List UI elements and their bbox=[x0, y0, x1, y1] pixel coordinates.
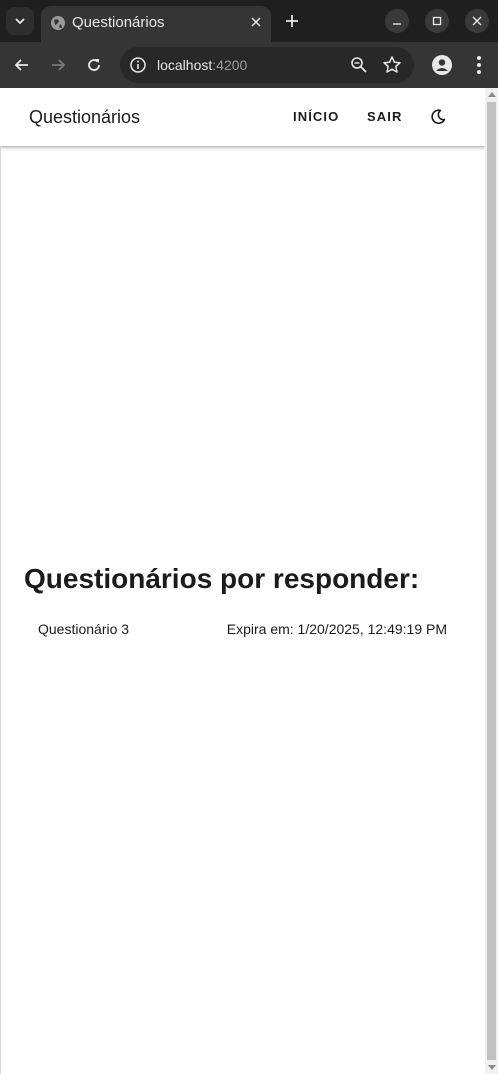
app-title: Questionários bbox=[29, 107, 141, 127]
url-port: :4200 bbox=[212, 57, 248, 73]
reload-icon bbox=[88, 59, 100, 71]
info-icon[interactable] bbox=[129, 56, 147, 74]
tab-title: Questionários bbox=[72, 14, 165, 31]
maximize-icon bbox=[432, 16, 442, 26]
browser-tabstrip: Questionários bbox=[0, 0, 498, 42]
tab-search-button[interactable] bbox=[6, 7, 34, 35]
scroll-up-arrow[interactable] bbox=[488, 92, 496, 97]
minimize-icon bbox=[393, 23, 401, 25]
address-bar[interactable]: localhost:4200 bbox=[120, 47, 414, 83]
new-tab-button[interactable] bbox=[280, 9, 304, 33]
page-border bbox=[0, 146, 1, 1074]
more-menu-icon[interactable] bbox=[469, 53, 489, 77]
zoom-icon[interactable] bbox=[350, 56, 368, 74]
browser-tab[interactable]: Questionários bbox=[41, 6, 271, 42]
window-close-button[interactable] bbox=[465, 9, 489, 33]
logout-link[interactable]: SAIR bbox=[367, 109, 402, 125]
scroll-thumb[interactable] bbox=[487, 102, 496, 1060]
arrow-right-icon bbox=[52, 59, 66, 71]
close-icon bbox=[251, 17, 261, 27]
forward-button[interactable] bbox=[46, 53, 70, 77]
home-link[interactable]: INÍCIO bbox=[293, 109, 339, 125]
page-viewport: Questionários INÍCIO SAIR Questionários … bbox=[0, 88, 498, 1074]
section-title: Questionários por responder: bbox=[24, 563, 420, 594]
questionnaire-name[interactable]: Questionário 3 bbox=[38, 620, 129, 638]
bookmark-star-icon[interactable] bbox=[382, 55, 402, 75]
url-text: localhost:4200 bbox=[157, 56, 247, 74]
questionnaire-expiry: Expira em: 1/20/2025, 12:49:19 PM bbox=[226, 621, 447, 637]
tab-close-button[interactable] bbox=[247, 13, 265, 31]
url-host: localhost bbox=[157, 57, 213, 73]
page-scrollbar[interactable] bbox=[485, 88, 498, 1074]
profile-icon[interactable] bbox=[431, 54, 453, 76]
minimize-button[interactable] bbox=[385, 9, 409, 33]
globe-icon bbox=[51, 16, 65, 30]
chevron-down-icon bbox=[15, 18, 25, 25]
maximize-button[interactable] bbox=[425, 9, 449, 33]
back-button[interactable] bbox=[10, 53, 34, 77]
questionnaire-row[interactable]: Questionário 3 Expira em: 1/20/2025, 12:… bbox=[0, 618, 485, 642]
close-icon bbox=[472, 16, 482, 26]
scroll-down-arrow[interactable] bbox=[488, 1065, 496, 1070]
browser-toolbar: localhost:4200 bbox=[0, 42, 498, 88]
arrow-left-icon bbox=[14, 59, 28, 71]
reload-button[interactable] bbox=[82, 53, 106, 77]
moon-icon[interactable] bbox=[429, 108, 447, 126]
plus-icon bbox=[286, 15, 298, 27]
app-toolbar: Questionários INÍCIO SAIR bbox=[0, 88, 485, 146]
